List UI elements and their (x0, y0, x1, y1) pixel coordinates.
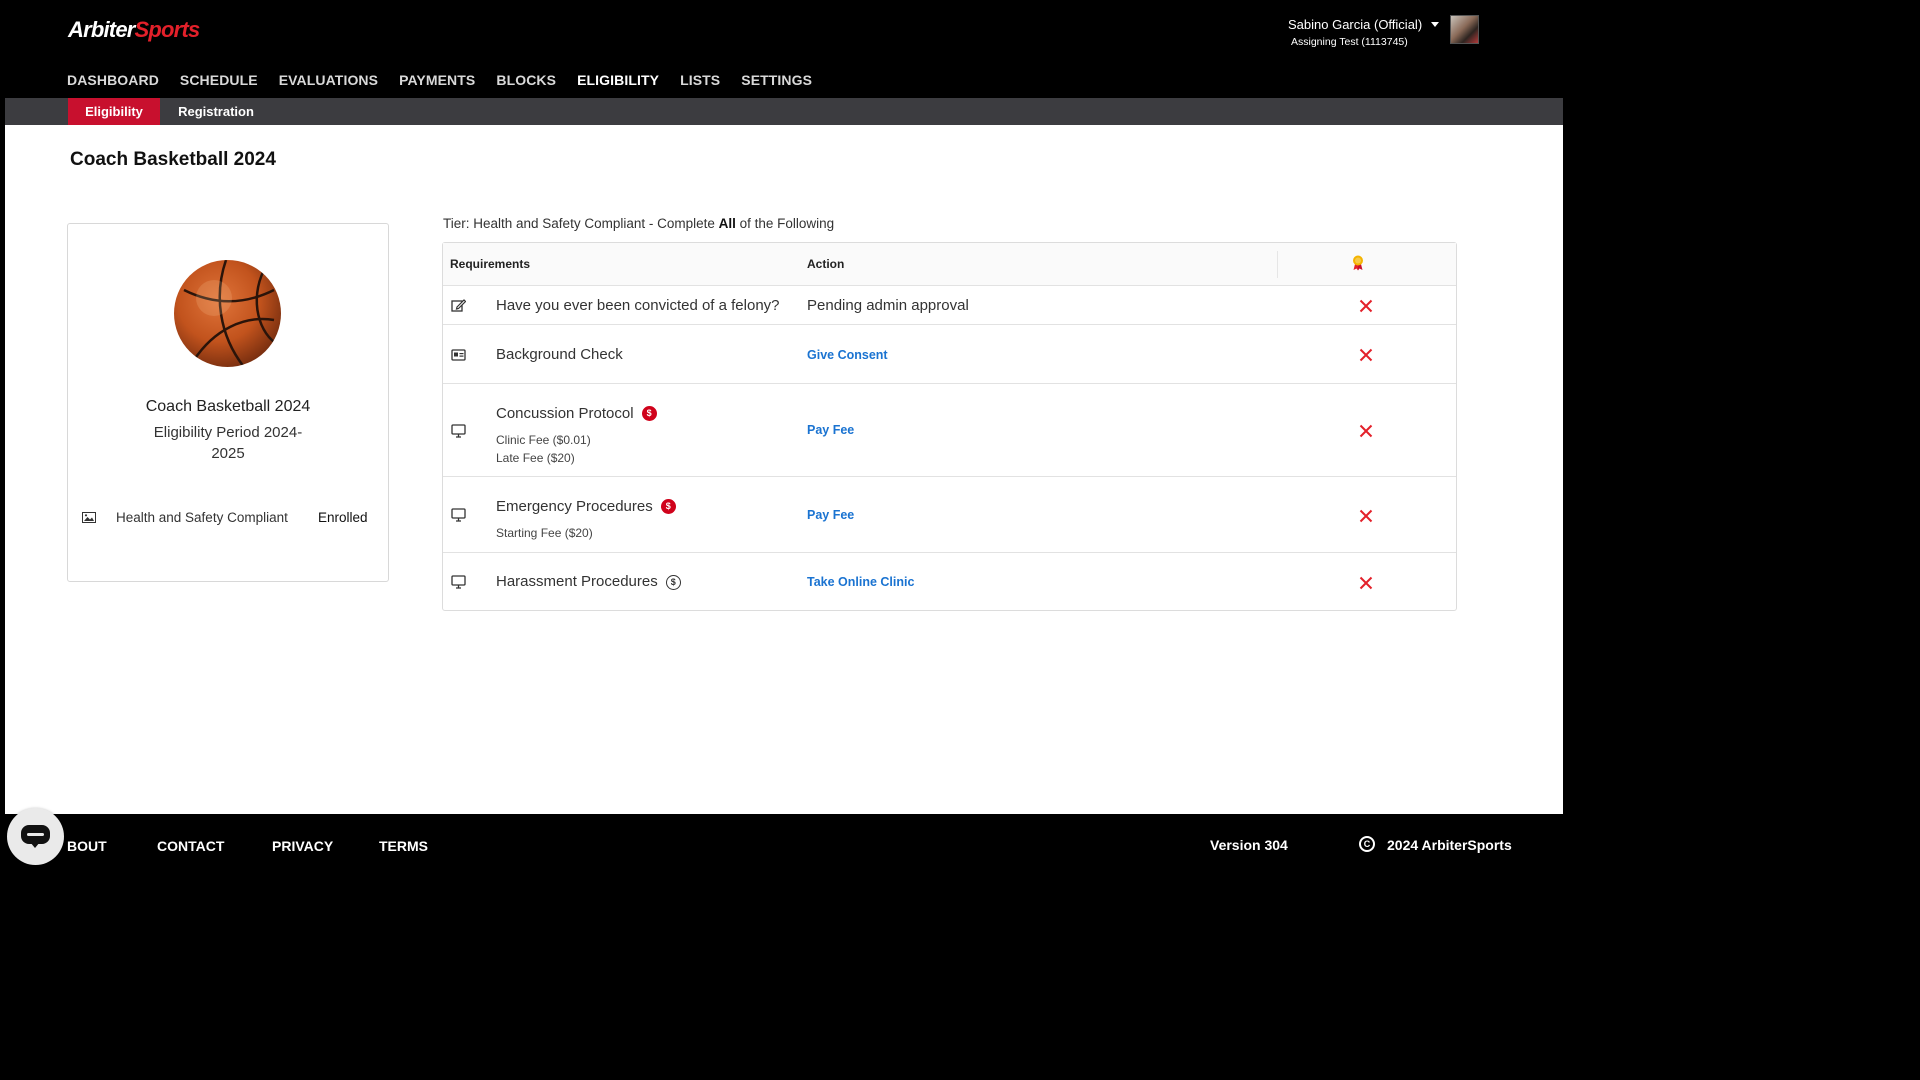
app-window: ArbiterSports DASHBOARD SCHEDULE EVALUAT… (5, 5, 1563, 877)
requirements-table: Requirements Action Have you ever been c… (442, 242, 1457, 611)
requirement-name: Concussion Protocol $ (496, 405, 657, 422)
requirement-name: Emergency Procedures $ (496, 498, 676, 515)
incomplete-x-icon (1359, 509, 1373, 523)
basketball-image (174, 260, 281, 367)
copyright-icon: C (1359, 836, 1375, 852)
program-card: Coach Basketball 2024 Eligibility Period… (67, 223, 389, 582)
page-title: Coach Basketball 2024 (70, 149, 276, 170)
take-online-clinic-link[interactable]: Take Online Clinic (807, 575, 914, 589)
award-icon (1353, 255, 1363, 271)
nav-eligibility[interactable]: ELIGIBILITY (577, 72, 659, 88)
footer-contact-link[interactable]: CONTACT (157, 838, 224, 854)
version-label: Version 304 (1210, 837, 1288, 853)
monitor-icon (451, 575, 466, 589)
tier-heading-prefix: Tier: Health and Safety Compliant - Comp… (443, 216, 719, 231)
chat-bubble-tail (30, 842, 40, 848)
pay-fee-link[interactable]: Pay Fee (807, 423, 854, 437)
tier-summary: Health and Safety Compliant Enrolled (82, 509, 382, 529)
tier-heading-suffix: of the Following (735, 216, 835, 231)
tier-status: Enrolled (318, 510, 368, 525)
nav-schedule[interactable]: SCHEDULE (180, 72, 258, 88)
dollar-circle-icon: $ (665, 575, 681, 590)
arbitersports-logo[interactable]: ArbiterSports (68, 17, 201, 43)
fee-badge-icon: $ (660, 499, 676, 514)
basketball-icon (183, 260, 280, 367)
requirement-name-text: Emergency Procedures (496, 498, 653, 515)
footer: BOUT CONTACT PRIVACY TERMS Version 304 C… (5, 814, 1563, 877)
table-row: Harassment Procedures $ Take Online Clini… (443, 554, 1456, 610)
nav-evaluations[interactable]: EVALUATIONS (279, 72, 378, 88)
column-divider (1277, 251, 1278, 278)
give-consent-link[interactable]: Give Consent (807, 348, 888, 362)
user-menu[interactable]: Sabino Garcia (Official) Assigning Test … (1288, 17, 1440, 48)
nav-lists[interactable]: LISTS (680, 72, 720, 88)
fee-item: Late Fee ($20) (496, 451, 575, 465)
user-group: Assigning Test (1113745) (1291, 36, 1408, 48)
requirement-action-status: Pending admin approval (807, 297, 969, 314)
incomplete-x-icon (1359, 299, 1373, 313)
table-row: Background Check Give Consent (443, 326, 1456, 384)
nav-dashboard[interactable]: DASHBOARD (67, 72, 159, 88)
chat-widget-button[interactable] (7, 808, 64, 865)
avatar[interactable] (1450, 15, 1479, 44)
tab-eligibility[interactable]: Eligibility (68, 98, 160, 125)
col-action: Action (807, 257, 845, 271)
fee-list: Clinic Fee ($0.01) Late Fee ($20) (496, 431, 591, 467)
footer-terms-link[interactable]: TERMS (379, 838, 428, 854)
fee-list: Starting Fee ($20) (496, 524, 593, 542)
main-nav: DASHBOARD SCHEDULE EVALUATIONS PAYMENTS … (67, 72, 833, 88)
col-requirements: Requirements (450, 257, 531, 271)
user-name-row[interactable]: Sabino Garcia (Official) (1288, 17, 1440, 32)
incomplete-x-icon (1359, 424, 1373, 438)
logo-text-sports: Sports (134, 17, 201, 42)
footer-about-link[interactable]: BOUT (67, 838, 107, 854)
incomplete-x-icon (1359, 576, 1373, 590)
footer-privacy-link[interactable]: PRIVACY (272, 838, 333, 854)
tier-heading: Tier: Health and Safety Compliant - Comp… (443, 216, 834, 231)
requirement-name: Have you ever been convicted of a felony… (496, 297, 780, 314)
card-title: Coach Basketball 2024 (145, 398, 311, 415)
table-row: Emergency Procedures $ Starting Fee ($20)… (443, 478, 1456, 553)
requirement-name-text: Harassment Procedures (496, 573, 658, 590)
incomplete-x-icon (1359, 348, 1373, 362)
table-row: Have you ever been convicted of a felony… (443, 286, 1456, 325)
chat-bubble-line (27, 833, 44, 836)
requirement-name: Harassment Procedures $ (496, 573, 681, 590)
tier-heading-emphasis: All (718, 216, 736, 231)
monitor-icon (451, 424, 466, 438)
top-header: ArbiterSports DASHBOARD SCHEDULE EVALUAT… (5, 5, 1563, 98)
nav-blocks[interactable]: BLOCKS (496, 72, 556, 88)
tab-registration[interactable]: Registration (165, 98, 267, 125)
copyright-text: 2024 ArbiterSports (1387, 837, 1512, 853)
monitor-icon (451, 508, 466, 522)
nav-payments[interactable]: PAYMENTS (399, 72, 475, 88)
table-header: Requirements Action (443, 243, 1456, 286)
id-card-icon (451, 349, 466, 361)
requirement-name: Background Check (496, 346, 623, 363)
edit-icon (451, 299, 466, 312)
fee-item: Clinic Fee ($0.01) (496, 433, 591, 447)
table-row: Concussion Protocol $ Clinic Fee ($0.01) … (443, 385, 1456, 477)
user-name: Sabino Garcia (Official) (1288, 17, 1423, 32)
chevron-down-icon[interactable] (1431, 22, 1440, 27)
image-icon (82, 512, 96, 523)
sub-nav: Eligibility Registration (5, 98, 1563, 125)
eligibility-period: Eligibility Period 2024-2025 (153, 424, 303, 462)
pay-fee-link[interactable]: Pay Fee (807, 508, 854, 522)
logo-text-arbiter: Arbiter (68, 17, 135, 42)
tier-name: Health and Safety Compliant (116, 510, 288, 525)
fee-badge-icon: $ (641, 406, 657, 421)
fee-item: Starting Fee ($20) (496, 526, 593, 540)
nav-settings[interactable]: SETTINGS (741, 72, 812, 88)
requirement-name-text: Concussion Protocol (496, 405, 634, 422)
